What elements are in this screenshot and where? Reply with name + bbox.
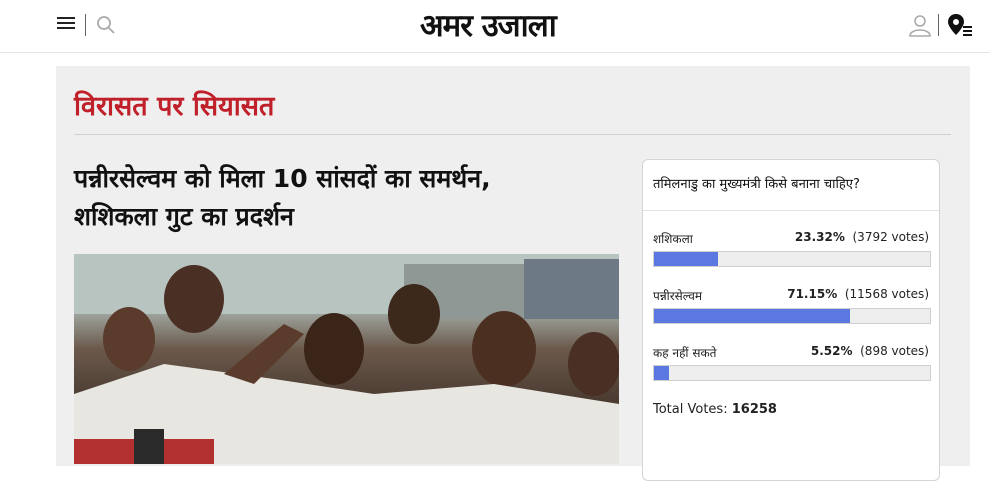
section-divider: [74, 134, 951, 135]
location-menu-icon[interactable]: [947, 13, 973, 39]
poll-widget: तमिलनाडु का मुख्यमंत्री किसे बनाना चाहिए…: [642, 159, 940, 481]
headline-line-2: शशिकला गुट का प्रदर्शन: [74, 202, 294, 231]
section-title[interactable]: विरासत पर सियासत: [74, 86, 274, 123]
total-votes-label: Total Votes:: [653, 402, 728, 417]
total-votes-value: 16258: [731, 402, 777, 417]
poll-option-label: पन्नीरसेल्वम: [653, 289, 703, 303]
poll-divider: [643, 210, 939, 211]
poll-option-result: 71.15% (11568 votes): [787, 287, 929, 301]
poll-option-label: कह नहीं सकते: [653, 346, 717, 360]
poll-option-votes: (11568 votes): [844, 287, 929, 301]
poll-option-bar: [653, 251, 931, 267]
search-icon[interactable]: [96, 15, 116, 35]
content-panel: विरासत पर सियासत पन्नीरसेल्वम को मिला 10…: [56, 66, 970, 481]
poll-option-percent: 23.32%: [794, 230, 845, 244]
poll-option-percent: 5.52%: [810, 344, 853, 358]
article-image[interactable]: [74, 254, 619, 464]
user-icon[interactable]: [908, 13, 932, 37]
poll-option-bar-fill: [654, 252, 719, 266]
poll-option-votes: (898 votes): [860, 344, 929, 358]
header-divider: [938, 14, 939, 36]
poll-option-bar: [653, 365, 931, 381]
poll-option-bar-fill: [654, 309, 851, 323]
poll-option-result: 5.52% (898 votes): [811, 344, 929, 358]
headline-line-1: पन्नीरसेल्वम को मिला 10 सांसदों का समर्थ…: [74, 164, 491, 193]
crowd-photo: [74, 254, 619, 464]
poll-option-label: शशिकला: [653, 232, 693, 246]
header-divider: [85, 14, 86, 36]
poll-option-votes: (3792 votes): [852, 230, 930, 244]
menu-icon[interactable]: [57, 17, 75, 31]
poll-option-percent: 71.15%: [787, 287, 838, 301]
poll-question: तमिलनाडु का मुख्यमंत्री किसे बनाना चाहिए…: [653, 177, 860, 192]
total-votes: Total Votes: 16258: [653, 402, 777, 417]
poll-option-result: 23.32% (3792 votes): [795, 230, 929, 244]
poll-option-bar: [653, 308, 931, 324]
article-headline[interactable]: पन्नीरसेल्वम को मिला 10 सांसदों का समर्थ…: [74, 160, 614, 236]
poll-option-bar-fill: [654, 366, 670, 380]
site-header: अमर उजाला: [0, 0, 990, 53]
site-logo[interactable]: अमर उजाला: [420, 4, 557, 44]
